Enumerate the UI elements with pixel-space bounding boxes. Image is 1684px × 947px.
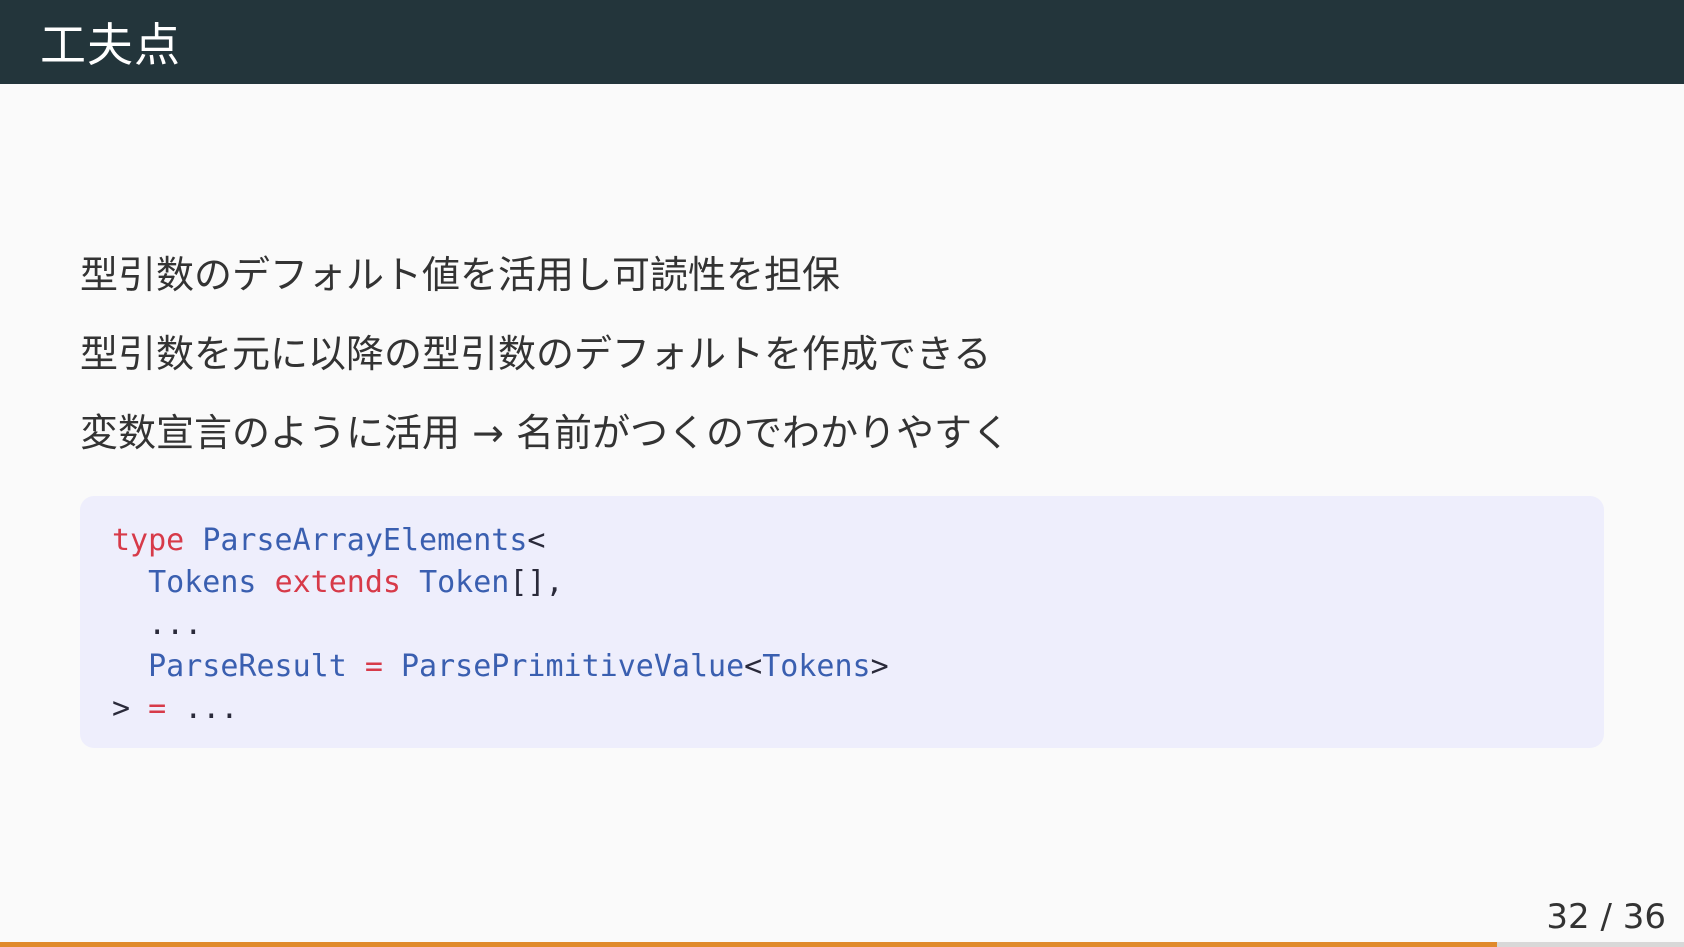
code-line: ... [112, 604, 1572, 646]
code-ellipsis: ... [184, 691, 239, 726]
code-keyword: type [112, 523, 185, 558]
code-punct: [], [509, 565, 564, 600]
slide-progress-bar [0, 942, 1684, 947]
code-line: Tokens extends Token[], [112, 562, 1572, 604]
slide-progress-fill [0, 942, 1497, 947]
bullet-item: 変数宣言のように活用 → 名前がつくのでわかりやすく [80, 411, 1011, 455]
code-ellipsis: ... [112, 607, 203, 642]
code-operator: = [148, 691, 167, 726]
code-punct: > [870, 649, 889, 684]
code-param: Tokens [148, 565, 257, 600]
code-keyword: extends [274, 565, 401, 600]
code-type: ParsePrimitiveValue [401, 649, 745, 684]
page-number: 32 / 36 [1546, 897, 1666, 937]
code-param: ParseResult [148, 649, 347, 684]
code-line: type ParseArrayElements< [112, 520, 1572, 562]
code-type: Token [419, 565, 510, 600]
code-type-arg: Tokens [762, 649, 871, 684]
code-operator: = [364, 649, 383, 684]
slide-header: 工夫点 [0, 0, 1684, 84]
code-line: ParseResult = ParsePrimitiveValue<Tokens… [112, 646, 1572, 688]
code-line: > = ... [112, 688, 1572, 730]
code-punct: < [527, 523, 546, 558]
code-punct: < [744, 649, 763, 684]
code-punct: > [112, 691, 131, 726]
bullet-list: 型引数のデフォルト値を活用し可読性を担保 型引数を元に以降の型引数のデフォルトを… [80, 246, 1604, 483]
bullet-item: 型引数を元に以降の型引数のデフォルトを作成できる [80, 332, 992, 376]
slide-title: 工夫点 [40, 18, 181, 72]
code-type-name: ParseArrayElements [202, 523, 528, 558]
bullet-item: 型引数のデフォルト値を活用し可読性を担保 [80, 253, 841, 297]
code-block: type ParseArrayElements< Tokens extends … [80, 496, 1604, 748]
